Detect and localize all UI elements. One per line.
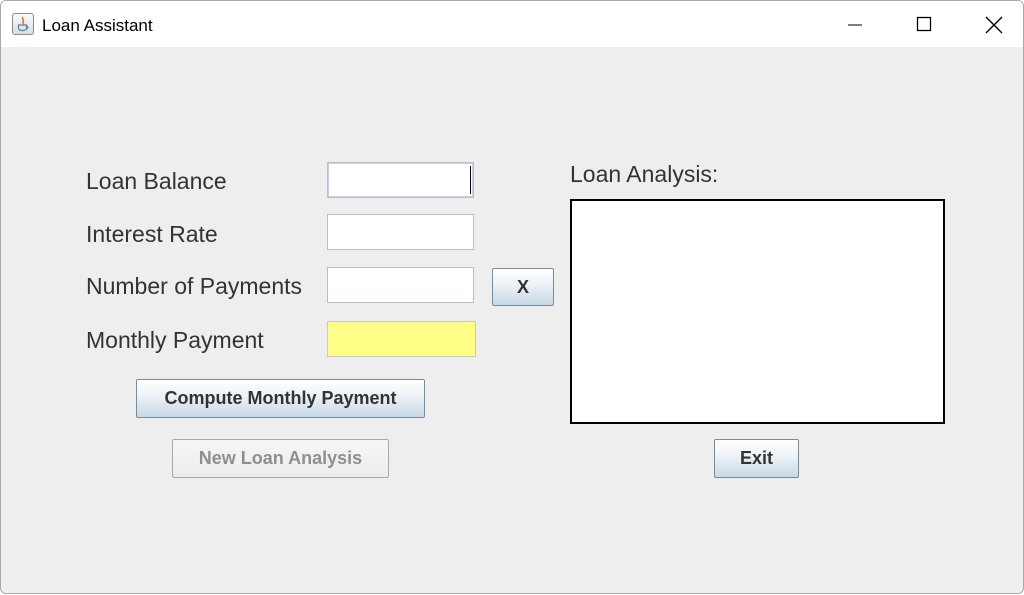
title-bar[interactable]: Loan Assistant <box>1 1 1023 47</box>
interest-rate-input[interactable] <box>327 214 474 250</box>
toggle-payment-mode-button[interactable]: X <box>492 268 554 306</box>
interest-rate-label: Interest Rate <box>86 221 218 247</box>
app-window: Loan Assistant Loan Balance Interest Rat… <box>0 0 1024 594</box>
maximize-icon <box>916 16 932 32</box>
number-of-payments-input[interactable] <box>327 267 474 303</box>
text-caret <box>470 166 471 194</box>
loan-analysis-textarea[interactable] <box>570 199 945 424</box>
close-icon <box>985 16 1003 34</box>
window-title: Loan Assistant <box>42 16 153 35</box>
compute-monthly-payment-button[interactable]: Compute Monthly Payment <box>136 379 425 418</box>
loan-balance-input[interactable] <box>327 162 474 198</box>
maximize-button[interactable] <box>890 1 958 47</box>
close-button[interactable] <box>959 1 1023 47</box>
new-loan-analysis-button[interactable]: New Loan Analysis <box>172 439 389 478</box>
minimize-button[interactable] <box>821 1 889 47</box>
loan-analysis-heading: Loan Analysis: <box>570 161 719 187</box>
minimize-icon <box>848 24 862 26</box>
java-icon <box>12 13 34 35</box>
loan-balance-label: Loan Balance <box>86 168 227 194</box>
number-of-payments-label: Number of Payments <box>86 273 303 299</box>
monthly-payment-field[interactable] <box>327 321 476 357</box>
monthly-payment-label: Monthly Payment <box>86 327 264 353</box>
exit-button[interactable]: Exit <box>714 439 799 478</box>
